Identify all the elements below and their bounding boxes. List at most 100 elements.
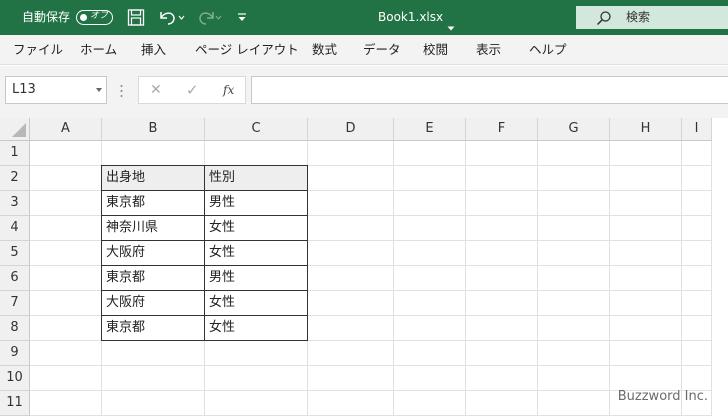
cell-c2[interactable]: 性別 xyxy=(205,165,308,191)
name-box[interactable]: L13 xyxy=(5,76,107,104)
cell-c10[interactable] xyxy=(205,366,308,391)
undo-icon[interactable] xyxy=(157,8,185,27)
cell-g1[interactable] xyxy=(538,141,610,166)
row-header-4[interactable]: 4 xyxy=(0,216,30,241)
cell-a2[interactable] xyxy=(30,166,102,191)
cell-c1[interactable] xyxy=(205,141,308,166)
cell-d9[interactable] xyxy=(308,341,394,366)
column-header-e[interactable]: E xyxy=(394,118,466,141)
cell-b8[interactable]: 東京都 xyxy=(101,316,205,341)
cell-i7[interactable] xyxy=(682,291,712,316)
row-header-1[interactable]: 1 xyxy=(0,141,30,166)
enter-icon[interactable]: ✓ xyxy=(186,80,199,100)
cell-a5[interactable] xyxy=(30,241,102,266)
cell-h6[interactable] xyxy=(610,266,682,291)
cell-e8[interactable] xyxy=(394,316,466,341)
cell-i5[interactable] xyxy=(682,241,712,266)
cell-g9[interactable] xyxy=(538,341,610,366)
insert-function-icon[interactable]: fx xyxy=(223,80,234,100)
cell-c4[interactable]: 女性 xyxy=(205,216,308,241)
cell-e1[interactable] xyxy=(394,141,466,166)
tab-formulas[interactable]: 数式 xyxy=(312,35,337,65)
cell-e11[interactable] xyxy=(394,391,466,416)
column-header-a[interactable]: A xyxy=(30,118,102,141)
chevron-down-icon[interactable] xyxy=(96,88,102,92)
cell-c3[interactable]: 男性 xyxy=(205,191,308,216)
cell-c6[interactable]: 男性 xyxy=(205,266,308,291)
cell-a3[interactable] xyxy=(30,191,102,216)
cell-f4[interactable] xyxy=(466,216,538,241)
cell-e10[interactable] xyxy=(394,366,466,391)
cell-d5[interactable] xyxy=(308,241,394,266)
cell-f2[interactable] xyxy=(466,166,538,191)
cell-i10[interactable] xyxy=(682,366,712,391)
cell-d11[interactable] xyxy=(308,391,394,416)
cell-i1[interactable] xyxy=(682,141,712,166)
cell-b10[interactable] xyxy=(102,366,205,391)
cell-b2[interactable]: 出身地 xyxy=(101,165,205,191)
cell-d3[interactable] xyxy=(308,191,394,216)
cell-g11[interactable] xyxy=(538,391,610,416)
cell-c8[interactable]: 女性 xyxy=(205,316,308,341)
cell-a4[interactable] xyxy=(30,216,102,241)
cancel-icon[interactable]: ✕ xyxy=(150,80,162,100)
cell-i3[interactable] xyxy=(682,191,712,216)
column-header-d[interactable]: D xyxy=(308,118,394,141)
cell-h8[interactable] xyxy=(610,316,682,341)
tab-review[interactable]: 校閲 xyxy=(423,35,448,65)
cell-i8[interactable] xyxy=(682,316,712,341)
cell-f3[interactable] xyxy=(466,191,538,216)
autosave-toggle[interactable]: オフ xyxy=(76,10,113,25)
tab-data[interactable]: データ xyxy=(363,35,401,65)
title-dropdown-icon[interactable] xyxy=(447,16,455,35)
cell-c7[interactable]: 女性 xyxy=(205,291,308,316)
formula-input[interactable] xyxy=(251,76,728,104)
cell-a8[interactable] xyxy=(30,316,102,341)
cell-c11[interactable] xyxy=(205,391,308,416)
cell-a6[interactable] xyxy=(30,266,102,291)
cell-h10[interactable] xyxy=(610,366,682,391)
cell-d7[interactable] xyxy=(308,291,394,316)
tab-home[interactable]: ホーム xyxy=(80,35,117,65)
customize-quick-access-icon[interactable] xyxy=(236,8,248,27)
cell-e4[interactable] xyxy=(394,216,466,241)
row-header-7[interactable]: 7 xyxy=(0,291,30,316)
cell-b9[interactable] xyxy=(102,341,205,366)
cell-d10[interactable] xyxy=(308,366,394,391)
tab-help[interactable]: ヘルプ xyxy=(529,35,567,65)
cell-c5[interactable]: 女性 xyxy=(205,241,308,266)
cell-g7[interactable] xyxy=(538,291,610,316)
cell-b5[interactable]: 大阪府 xyxy=(101,241,205,266)
cell-h9[interactable] xyxy=(610,341,682,366)
cell-e3[interactable] xyxy=(394,191,466,216)
cell-i2[interactable] xyxy=(682,166,712,191)
column-header-b[interactable]: B xyxy=(102,118,205,141)
search-box[interactable]: 検索 xyxy=(576,6,728,29)
cell-i6[interactable] xyxy=(682,266,712,291)
cell-f9[interactable] xyxy=(466,341,538,366)
cell-i4[interactable] xyxy=(682,216,712,241)
cell-a11[interactable] xyxy=(30,391,102,416)
cell-b11[interactable] xyxy=(102,391,205,416)
cell-d4[interactable] xyxy=(308,216,394,241)
cell-g8[interactable] xyxy=(538,316,610,341)
cell-f11[interactable] xyxy=(466,391,538,416)
cell-b6[interactable]: 東京都 xyxy=(101,266,205,291)
cell-f6[interactable] xyxy=(466,266,538,291)
cell-d8[interactable] xyxy=(308,316,394,341)
column-header-f[interactable]: F xyxy=(466,118,538,141)
cell-d6[interactable] xyxy=(308,266,394,291)
column-header-c[interactable]: C xyxy=(205,118,308,141)
cell-c9[interactable] xyxy=(205,341,308,366)
column-header-h[interactable]: H xyxy=(610,118,682,141)
cell-b3[interactable]: 東京都 xyxy=(101,191,205,216)
cell-f10[interactable] xyxy=(466,366,538,391)
cell-e7[interactable] xyxy=(394,291,466,316)
row-header-10[interactable]: 10 xyxy=(0,366,30,391)
tab-file[interactable]: ファイル xyxy=(13,35,63,65)
cell-b4[interactable]: 神奈川県 xyxy=(101,216,205,241)
row-header-5[interactable]: 5 xyxy=(0,241,30,266)
cell-f8[interactable] xyxy=(466,316,538,341)
cell-h7[interactable] xyxy=(610,291,682,316)
row-header-3[interactable]: 3 xyxy=(0,191,30,216)
